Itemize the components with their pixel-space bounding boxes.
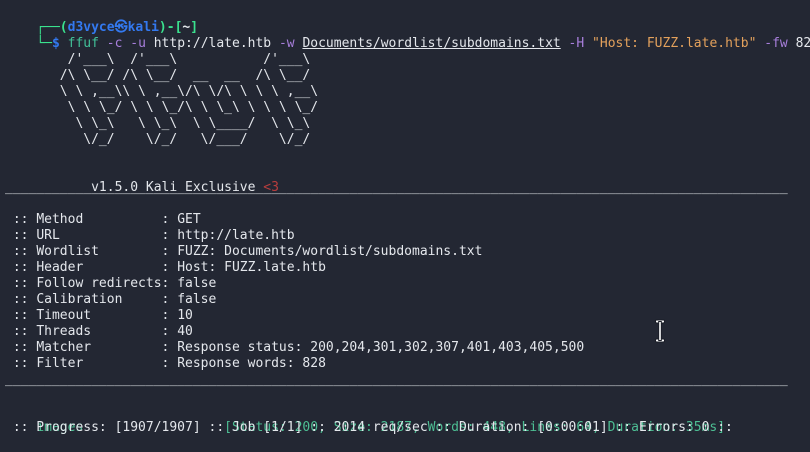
- command-flag-fw: -fw: [756, 36, 795, 51]
- config-label: URL: [36, 228, 161, 244]
- config-sep: :: [162, 356, 178, 371]
- config-value: 40: [177, 324, 193, 339]
- config-label: Threads: [36, 324, 161, 340]
- config-line-timeout: :: Timeout: 10: [5, 308, 810, 324]
- command-header-string: "Host: FUZZ.late.htb": [592, 36, 756, 51]
- config-label: Method: [36, 212, 161, 228]
- config-sep: :: [162, 308, 178, 323]
- config-sep: :: [162, 260, 178, 275]
- config-sep: :: [162, 228, 178, 243]
- prompt-at-icon: ㉿: [115, 20, 128, 35]
- config-sep: :: [162, 292, 178, 307]
- ascii-art-line: \ \ ,__\\ \ ,__\/\ \/\ \ \ \ ,__\: [5, 84, 810, 100]
- config-label: Timeout: [36, 308, 161, 324]
- ascii-art-line: \/_/ \/_/ \/___/ \/_/: [5, 132, 810, 148]
- prompt-frame-mid: )-[: [159, 20, 182, 35]
- separator-line: ________________________________________…: [5, 372, 810, 388]
- ascii-art-line: \ \ \_/ \ \ \_/\ \ \_\ \ \ \ \_/: [5, 100, 810, 116]
- config-value: false: [177, 276, 216, 291]
- config-label: Calibration: [36, 292, 161, 308]
- blank-line: [5, 196, 810, 212]
- config-value: Response words: 828: [177, 356, 326, 371]
- config-prefix: ::: [5, 340, 36, 355]
- ascii-art-line: \ \_\ \ \_\ \ \____/ \ \_\: [5, 116, 810, 132]
- blank-line: [5, 148, 810, 164]
- config-prefix: ::: [5, 228, 36, 243]
- config-label: Follow redirects: [36, 276, 161, 292]
- command-flag-w: -w: [279, 36, 302, 51]
- prompt-frame-close: ]: [190, 20, 198, 35]
- config-value: Host: FUZZ.late.htb: [177, 260, 326, 275]
- config-sep: :: [162, 276, 178, 291]
- config-prefix: ::: [5, 308, 36, 323]
- version-line: v1.5.0 Kali Exclusive <3: [5, 164, 810, 180]
- config-prefix: ::: [5, 356, 36, 371]
- separator-line: ________________________________________…: [5, 180, 810, 196]
- prompt-frame-open: ┌──(: [36, 20, 67, 35]
- command-wordlist-path: Documents/wordlist/subdomains.txt: [302, 36, 560, 51]
- terminal-window[interactable]: ┌──(d3vyce㉿kali)-[~] └─$ ffuf -c -u http…: [0, 0, 810, 441]
- config-line-threads: :: Threads: 40: [5, 324, 810, 340]
- config-value: Response status: 200,204,301,302,307,401…: [177, 340, 584, 355]
- config-prefix: ::: [5, 276, 36, 291]
- command-flag-h: -H: [561, 36, 592, 51]
- config-line-matcher: :: Matcher: Response status: 200,204,301…: [5, 340, 810, 356]
- config-value: FUZZ: Documents/wordlist/subdomains.txt: [177, 244, 482, 259]
- progress-line: :: Progress: [1907/1907] :: Job [1/1] ::…: [5, 420, 810, 436]
- config-prefix: ::: [5, 244, 36, 259]
- config-line-calibration: :: Calibration: false: [5, 292, 810, 308]
- ascii-art-line: /\ \__/ /\ \__/ __ __ /\ \__/: [5, 68, 810, 84]
- config-label: Matcher: [36, 340, 161, 356]
- config-line-method: :: Method: GET: [5, 212, 810, 228]
- command-fw-value: 828: [796, 36, 810, 51]
- command-flag-u: -u: [130, 36, 153, 51]
- config-sep: :: [162, 244, 178, 259]
- prompt-hostname: kali: [128, 20, 159, 35]
- config-line-filter: :: Filter: Response words: 828: [5, 356, 810, 372]
- config-value: GET: [177, 212, 200, 227]
- config-sep: :: [162, 340, 178, 355]
- config-line-url: :: URL: http://late.htb: [5, 228, 810, 244]
- blank-line: [5, 388, 810, 404]
- result-line: images[Status: 200, Size: 2187, Words: 4…: [5, 404, 810, 420]
- config-prefix: ::: [5, 324, 36, 339]
- command-program: ffuf: [60, 36, 107, 51]
- config-label: Header: [36, 260, 161, 276]
- prompt-line-top: ┌──(d3vyce㉿kali)-[~]: [5, 4, 810, 20]
- ascii-art-line: /'___\ /'___\ /'___\: [5, 52, 810, 68]
- config-line-follow-redirects: :: Follow redirects: false: [5, 276, 810, 292]
- command-flag-c: -c: [107, 36, 130, 51]
- prompt-username: d3vyce: [68, 20, 115, 35]
- config-prefix: ::: [5, 212, 36, 227]
- config-sep: :: [162, 212, 178, 227]
- prompt-frame-bottom: └─: [36, 36, 52, 51]
- config-prefix: ::: [5, 292, 36, 307]
- config-label: Wordlist: [36, 244, 161, 260]
- config-value: 10: [177, 308, 193, 323]
- config-value: http://late.htb: [177, 228, 294, 243]
- config-prefix: ::: [5, 260, 36, 275]
- config-value: false: [177, 292, 216, 307]
- config-line-header: :: Header: Host: FUZZ.late.htb: [5, 260, 810, 276]
- config-sep: :: [162, 324, 178, 339]
- prompt-dollar: $: [52, 36, 60, 51]
- config-label: Filter: [36, 356, 161, 372]
- config-line-wordlist: :: Wordlist: FUZZ: Documents/wordlist/su…: [5, 244, 810, 260]
- command-url: http://late.htb: [154, 36, 279, 51]
